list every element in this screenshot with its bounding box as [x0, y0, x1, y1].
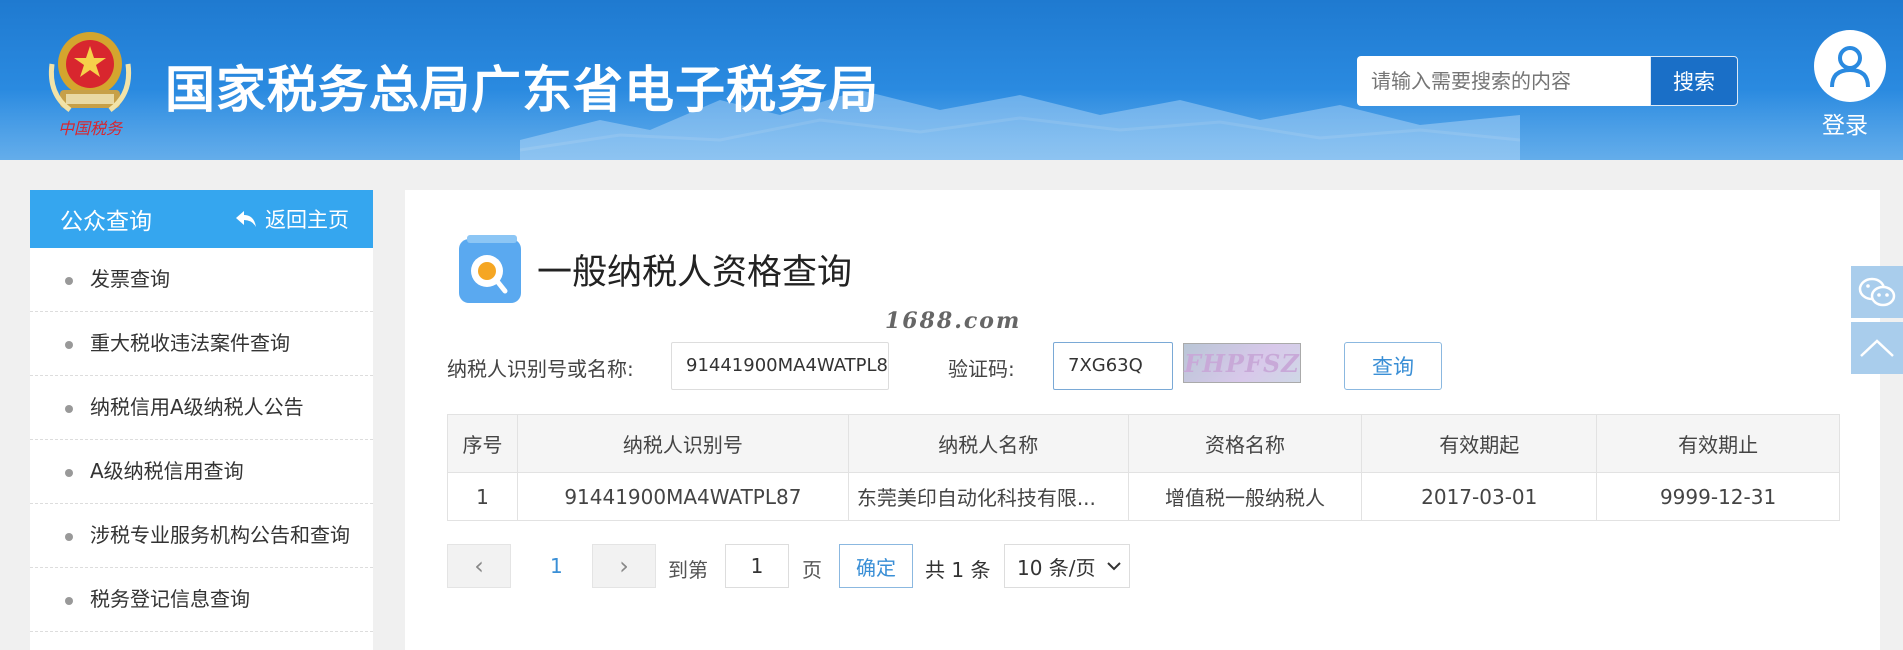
sidebar-item-invoice-query[interactable]: 发票查询 [30, 248, 373, 312]
goto-label: 到第 [668, 558, 708, 582]
wechat-float-button[interactable] [1851, 266, 1903, 318]
login-label[interactable]: 登录 [1822, 106, 1868, 140]
sidebar-item-label: 纳税信用A级纳税人公告 [90, 395, 304, 419]
page-size-value: 10 条/页 [1017, 555, 1096, 580]
column-header: 纳税人名称 [847, 414, 1129, 473]
bullet-icon [65, 597, 73, 605]
site-title: 国家税务总局广东省电子税务局 [165, 61, 879, 119]
sidebar-title: 公众查询 [60, 209, 152, 235]
confirm-page-button[interactable]: 确定 [839, 544, 913, 588]
chevron-down-icon [1107, 562, 1121, 571]
back-home-label: 返回主页 [265, 208, 349, 232]
column-header: 有效期起 [1361, 414, 1598, 473]
table-cell: 91441900MA4WATPL87 [516, 472, 849, 521]
current-page-number[interactable]: 1 [550, 554, 563, 578]
sidebar-header: 公众查询 返回主页 [30, 190, 373, 248]
bullet-icon [65, 533, 73, 541]
sidebar: 公众查询 返回主页 发票查询 重大税收违法案件查询 纳税信用A级纳税人公告 A级… [30, 190, 373, 650]
total-count: 共 1 条 [925, 558, 991, 582]
sidebar-menu: 发票查询 重大税收违法案件查询 纳税信用A级纳税人公告 A级纳税信用查询 涉税专… [30, 248, 373, 632]
taxpayer-id-label: 纳税人识别号或名称: [447, 357, 634, 381]
table-header-row: 序号 纳税人识别号 纳税人名称 资格名称 有效期起 有效期止 [447, 414, 1840, 473]
table-cell: 增值税一般纳税人 [1127, 472, 1363, 521]
reply-arrow-icon [236, 211, 256, 227]
sidebar-item-label: 发票查询 [90, 267, 170, 291]
captcha-input[interactable]: 7XG63Q [1053, 342, 1173, 390]
tax-emblem-icon: 中国税务 [48, 32, 132, 138]
prev-page-button[interactable]: ‹ [447, 544, 511, 588]
login-avatar-icon[interactable] [1814, 30, 1886, 102]
captcha-image[interactable]: FHPFSZ [1183, 343, 1301, 383]
sidebar-item-a-grade-notice[interactable]: 纳税信用A级纳税人公告 [30, 376, 373, 440]
table-row: 1 91441900MA4WATPL87 东莞美印自动化科技有限... 增值税一… [447, 472, 1840, 521]
bullet-icon [65, 277, 73, 285]
bullet-icon [65, 469, 73, 477]
column-header: 序号 [447, 414, 518, 473]
bullet-icon [65, 341, 73, 349]
chevron-up-icon [1860, 339, 1894, 357]
page-unit-label: 页 [802, 558, 822, 582]
captcha-label: 验证码: [948, 357, 1015, 381]
goto-page-input[interactable]: 1 [725, 544, 789, 588]
search-input[interactable] [1357, 56, 1650, 106]
page-title: 一般纳税人资格查询 [537, 253, 853, 293]
sidebar-item-label: A级纳税信用查询 [90, 459, 244, 483]
column-header: 纳税人识别号 [516, 414, 849, 473]
table-cell: 1 [447, 472, 518, 521]
sidebar-item-label: 涉税专业服务机构公告和查询 [90, 523, 350, 547]
results-table: 序号 纳税人识别号 纳税人名称 资格名称 有效期起 有效期止 1 9144190… [447, 414, 1840, 521]
back-home-link[interactable]: 返回主页 [235, 204, 349, 234]
bullet-icon [65, 405, 73, 413]
table-cell: 东莞美印自动化科技有限... [847, 472, 1129, 521]
search-button[interactable]: 搜索 [1650, 56, 1738, 106]
sidebar-item-registration-query[interactable]: 税务登记信息查询 [30, 568, 373, 632]
captcha-image-text: FHPFSZ [1184, 348, 1300, 378]
back-to-top-button[interactable] [1851, 322, 1903, 374]
taxpayer-id-input[interactable]: 91441900MA4WATPL87 [671, 342, 889, 390]
wechat-icon [1858, 277, 1896, 307]
search-chat-icon [459, 235, 521, 303]
query-button[interactable]: 查询 [1344, 342, 1442, 390]
svg-text:中国税务: 中国税务 [58, 119, 124, 138]
next-page-button[interactable]: › [592, 544, 656, 588]
column-header: 资格名称 [1127, 414, 1363, 473]
sidebar-item-major-violation-query[interactable]: 重大税收违法案件查询 [30, 312, 373, 376]
sidebar-item-label: 税务登记信息查询 [90, 587, 250, 611]
column-header: 有效期止 [1596, 414, 1840, 473]
sidebar-item-a-grade-query[interactable]: A级纳税信用查询 [30, 440, 373, 504]
site-header: 中国税务 国家税务总局广东省电子税务局 搜索 登录 [0, 0, 1903, 160]
page-size-select[interactable]: 10 条/页 [1004, 544, 1130, 588]
table-cell: 9999-12-31 [1596, 472, 1840, 521]
watermark-text: 1688.com [885, 308, 1022, 334]
main-panel: 一般纳税人资格查询 1688.com 纳税人识别号或名称: 91441900MA… [405, 190, 1880, 650]
sidebar-item-label: 重大税收违法案件查询 [90, 331, 290, 355]
table-cell: 2017-03-01 [1361, 472, 1598, 521]
sidebar-item-tax-agency[interactable]: 涉税专业服务机构公告和查询 [30, 504, 373, 568]
